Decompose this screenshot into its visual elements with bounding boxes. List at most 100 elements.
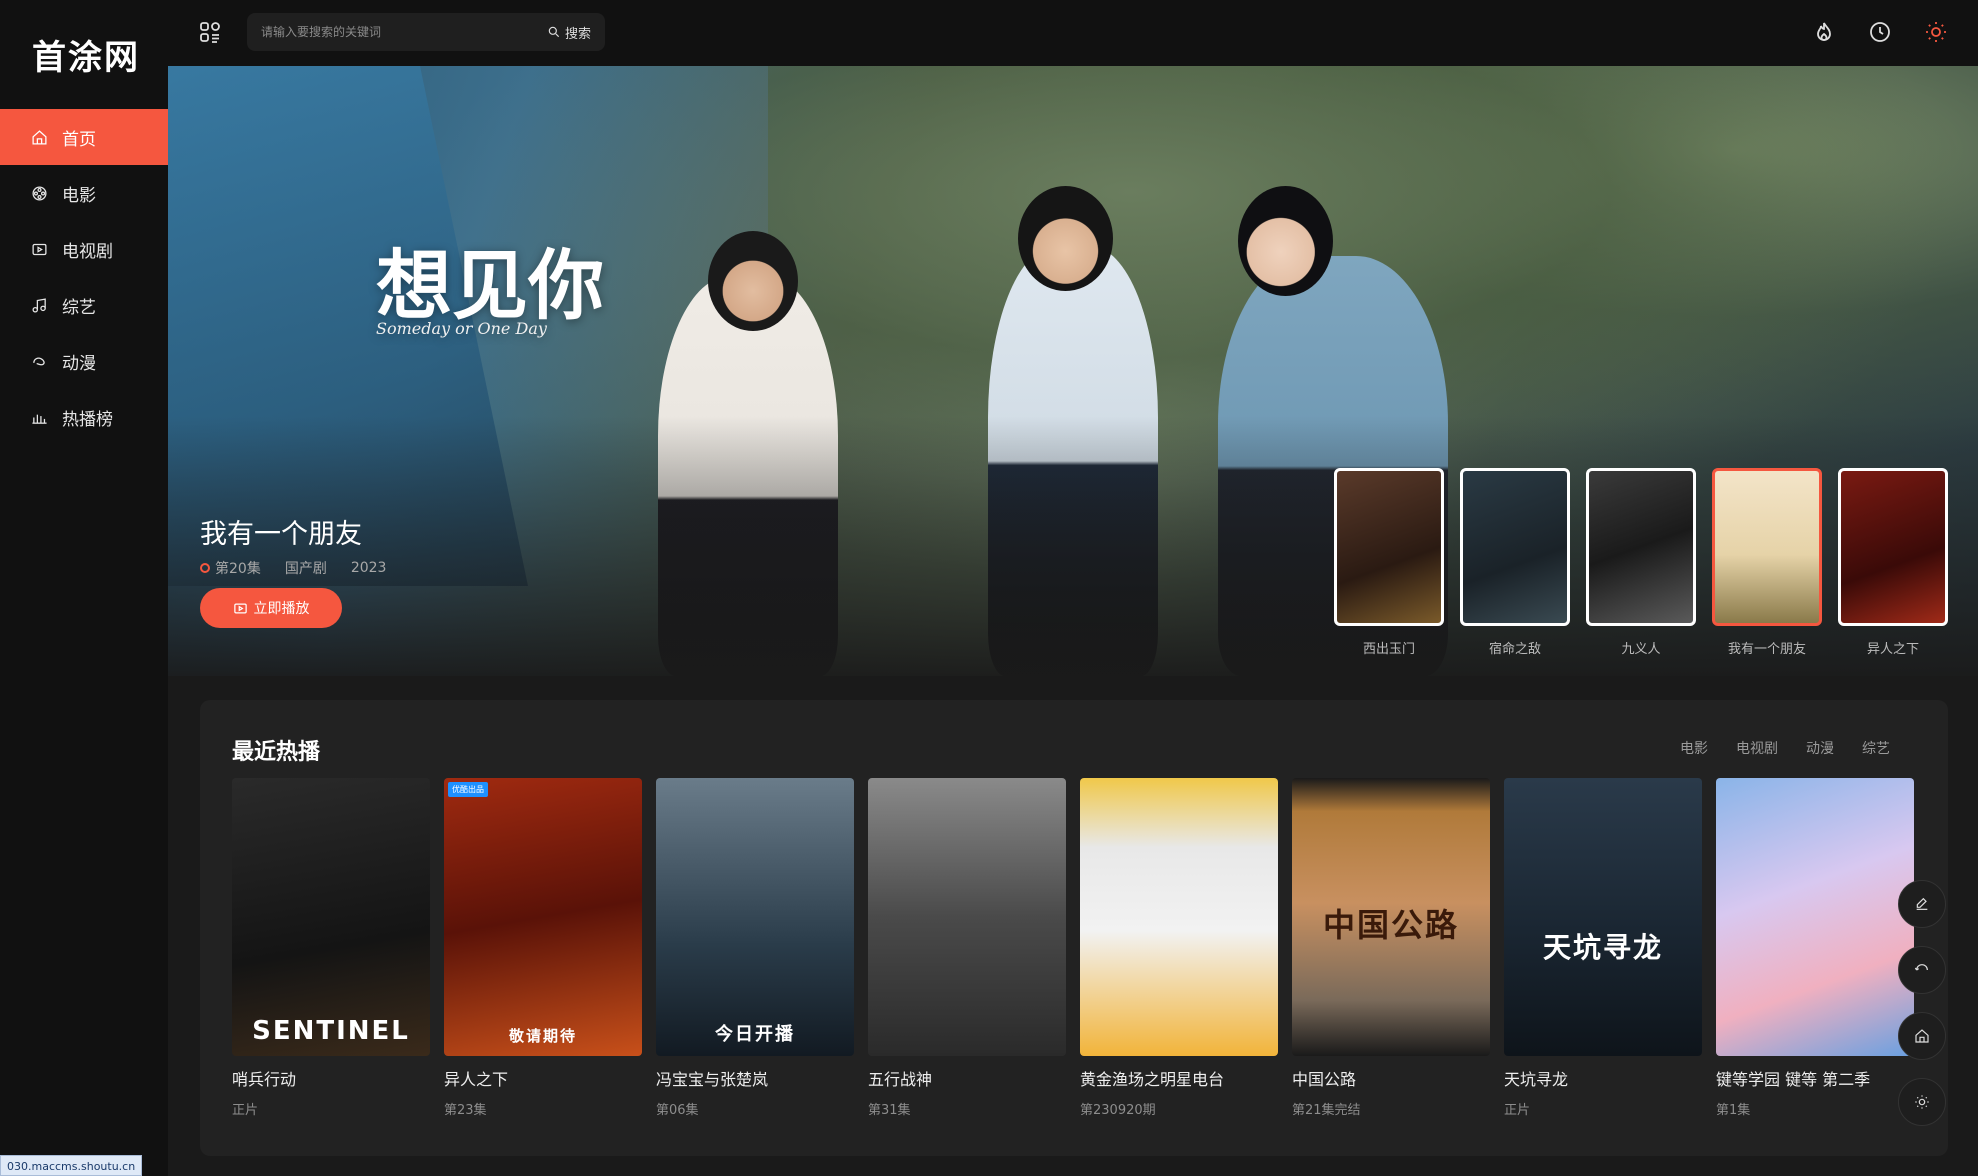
video-card[interactable]: 优酷出品 敬请期待 异人之下 第23集 (444, 778, 642, 1118)
tab-anime[interactable]: 动漫 (1806, 738, 1834, 758)
home-icon[interactable] (1898, 1012, 1946, 1060)
thumbnail-poster (1586, 468, 1696, 626)
video-poster: 优酷出品 敬请期待 (444, 778, 642, 1056)
hero-meta: 第20集 国产剧 2023 (200, 558, 386, 578)
hero-logo-text: 想见你 (376, 241, 604, 330)
play-icon (233, 603, 247, 613)
tab-tv[interactable]: 电视剧 (1736, 738, 1778, 758)
video-poster: 今日开播 (656, 778, 854, 1056)
video-episode: 第31集 (868, 1103, 911, 1118)
video-title: 五行战神 (868, 1070, 933, 1089)
search-box: 搜索 (247, 13, 605, 51)
hero-thumbnail-active[interactable]: 我有一个朋友 (1712, 468, 1822, 657)
clock-icon[interactable] (1868, 19, 1892, 45)
film-reel-icon (30, 184, 48, 202)
search-input[interactable] (261, 22, 531, 42)
sidebar-item-label: 电视剧 (62, 241, 113, 262)
sidebar-item-movie[interactable]: 电影 (0, 165, 168, 221)
video-poster (868, 778, 1066, 1056)
video-card[interactable]: 五行战神 第31集 (868, 778, 1066, 1118)
video-card[interactable]: 黄金渔场之明星电台 第230920期 (1080, 778, 1278, 1118)
video-title: 键等学园 键等 第二季 (1716, 1070, 1871, 1089)
sidebar-item-variety[interactable]: 综艺 (0, 277, 168, 333)
refresh-icon[interactable] (1898, 946, 1946, 994)
video-episode: 第230920期 (1080, 1103, 1156, 1118)
category-grid-icon[interactable] (198, 20, 222, 44)
tab-movie[interactable]: 电影 (1680, 738, 1708, 758)
edit-icon[interactable] (1898, 880, 1946, 928)
sidebar-item-home[interactable]: 首页 (0, 109, 168, 165)
sidebar-item-tv[interactable]: 电视剧 (0, 221, 168, 277)
sidebar-item-label: 动漫 (62, 353, 96, 374)
sidebar-item-label: 首页 (62, 129, 96, 150)
episode-dot-icon (200, 563, 210, 573)
sidebar-item-label: 热播榜 (62, 409, 113, 430)
thumbnail-caption: 异人之下 (1866, 642, 1919, 657)
poster-badge: 优酷出品 (448, 782, 488, 797)
thumbnail-poster (1838, 468, 1948, 626)
video-episode: 第21集完结 (1292, 1103, 1361, 1118)
site-logo[interactable]: 首涂网 (32, 30, 140, 79)
top-bar: 搜索 (168, 0, 1978, 66)
thumbnail-caption: 西出玉门 (1362, 642, 1415, 657)
search-icon (548, 26, 560, 38)
sun-icon[interactable] (1898, 1078, 1946, 1126)
video-card[interactable]: 键等学园 键等 第二季 第1集 (1716, 778, 1914, 1118)
hero-episode-label: 第20集 (215, 561, 261, 577)
video-title: 中国公路 (1292, 1070, 1357, 1089)
hero-thumbnail[interactable]: 异人之下 (1838, 468, 1948, 657)
video-episode: 第23集 (444, 1103, 487, 1118)
hero-year: 2023 (350, 560, 387, 576)
video-episode: 第1集 (1716, 1103, 1751, 1118)
play-now-label: 立即播放 (253, 601, 310, 617)
hero-figure (658, 276, 838, 676)
hero-title: 我有一个朋友 (200, 519, 362, 550)
video-card[interactable]: SENTINEL 哨兵行动 正片 (232, 778, 430, 1118)
hero-figure (988, 246, 1158, 676)
hero-thumbnail[interactable]: 九义人 (1586, 468, 1696, 657)
hero-thumbnail[interactable]: 西出玉门 (1334, 468, 1444, 657)
thumbnail-poster (1460, 468, 1570, 626)
hero-figure-head (1018, 186, 1113, 291)
top-icons (1812, 19, 1948, 45)
search-button[interactable]: 搜索 (547, 22, 591, 42)
video-title: 异人之下 (444, 1070, 509, 1089)
video-poster: 中国公路 (1292, 778, 1490, 1056)
flame-icon[interactable] (1812, 19, 1836, 45)
sidebar-item-label: 电影 (62, 185, 96, 206)
video-poster (1080, 778, 1278, 1056)
video-poster (1716, 778, 1914, 1056)
sun-icon[interactable] (1924, 19, 1948, 45)
video-episode: 正片 (232, 1103, 259, 1118)
status-bar-url: 030.maccms.shoutu.cn (0, 1155, 143, 1176)
video-card[interactable]: 今日开播 冯宝宝与张楚岚 第06集 (656, 778, 854, 1118)
hero-episode: 第20集 (200, 558, 261, 578)
video-title: 天坑寻龙 (1504, 1070, 1569, 1089)
recent-hot-section: 最近热播 电影 电视剧 动漫 综艺 SENTINEL 哨兵行动 正片 优酷出品敬… (200, 700, 1948, 1156)
hero-thumbnails: 西出玉门 宿命之敌 九义人 我有一个朋友 异人之下 (1334, 468, 1948, 657)
search-button-label: 搜索 (564, 26, 591, 42)
sidebar-item-anime[interactable]: 动漫 (0, 333, 168, 389)
video-card-list: SENTINEL 哨兵行动 正片 优酷出品 敬请期待 异人之下 第23集 今日开播… (232, 778, 1914, 1118)
play-now-button[interactable]: 立即播放 (200, 588, 342, 628)
thumbnail-poster (1334, 468, 1444, 626)
poster-text: 今日开播 (715, 1024, 795, 1045)
video-title: 冯宝宝与张楚岚 (656, 1070, 769, 1089)
hero-genre: 国产剧 (284, 561, 327, 577)
poster-text: 天坑寻龙 (1542, 931, 1663, 964)
hero-title-logo: 想见你 Someday or One Day (376, 246, 604, 338)
floating-toolbar (1898, 880, 1946, 1126)
video-card[interactable]: 中国公路 中国公路 第21集完结 (1292, 778, 1490, 1118)
video-episode: 正片 (1504, 1103, 1531, 1118)
thumbnail-caption: 我有一个朋友 (1727, 642, 1806, 657)
anime-icon (30, 352, 48, 370)
hero-thumbnail[interactable]: 宿命之敌 (1460, 468, 1570, 657)
tab-variety[interactable]: 综艺 (1862, 738, 1890, 758)
sidebar-item-ranking[interactable]: 热播榜 (0, 389, 168, 445)
thumbnail-caption: 宿命之敌 (1488, 642, 1541, 657)
video-card[interactable]: 天坑寻龙 天坑寻龙 正片 (1504, 778, 1702, 1118)
video-title: 哨兵行动 (232, 1070, 297, 1089)
sidebar: 首涂网 首页 电影 电视剧 综艺 动漫 热播榜 (0, 0, 168, 1176)
poster-text: 中国公路 (1322, 906, 1459, 944)
sidebar-nav: 首页 电影 电视剧 综艺 动漫 热播榜 (0, 109, 168, 445)
